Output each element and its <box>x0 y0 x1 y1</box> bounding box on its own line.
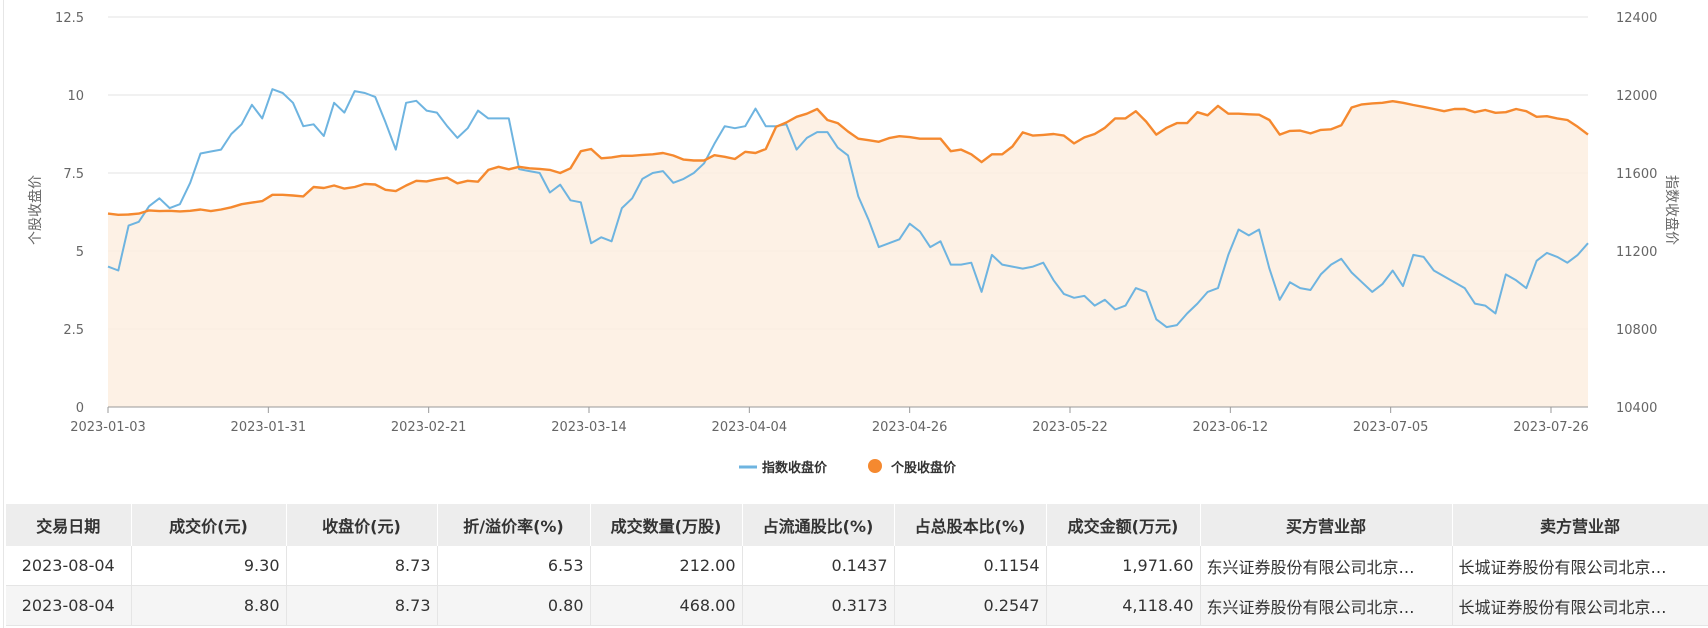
cell-amount: 4,118.40 <box>1046 585 1201 626</box>
stock-price-area <box>108 101 1588 407</box>
col-header-trade-date[interactable]: 交易日期 <box>6 504 132 546</box>
legend-item-index[interactable]: 指数收盘价 <box>739 460 828 476</box>
block-trade-table: 交易日期 成交价(元) 收盘价(元) 折/溢价率(%) 成交数量(万股) 占流通… <box>6 504 1708 626</box>
cell-volume: 212.00 <box>590 546 743 586</box>
cell-float-ratio: 0.1437 <box>742 546 895 586</box>
x-tick-label: 2023-06-12 <box>1193 420 1269 435</box>
y-left-tick-label: 12.5 <box>55 11 84 26</box>
cell-trade-date: 2023-08-04 <box>6 585 132 626</box>
y-right-tick-label: 11200 <box>1616 245 1657 260</box>
y-right-tick-label: 12400 <box>1616 11 1657 26</box>
table-row: 2023-08-04 8.80 8.73 0.80 468.00 0.3173 … <box>6 585 1708 626</box>
x-tick-label: 2023-02-21 <box>391 420 467 435</box>
cell-total-ratio: 0.2547 <box>894 585 1047 626</box>
y-left-tick-label: 7.5 <box>63 167 84 182</box>
y-right-tick-label: 11600 <box>1616 167 1657 182</box>
stock-area-fill <box>108 101 1588 407</box>
cell-deal-price: 9.30 <box>131 546 287 586</box>
x-tick-label: 2023-07-05 <box>1353 420 1429 435</box>
cell-premium-rate: 6.53 <box>437 546 591 586</box>
right-axis-title: 指数收盘价 <box>1663 175 1680 245</box>
y-right-tick-label: 10800 <box>1616 323 1657 338</box>
y-right-tick-label: 10400 <box>1616 401 1657 416</box>
cell-total-ratio: 0.1154 <box>894 546 1047 586</box>
col-header-volume[interactable]: 成交数量(万股) <box>590 504 743 546</box>
cell-buyer[interactable]: 东兴证券股份有限公司北京… <box>1200 585 1453 626</box>
x-tick-label: 2023-05-22 <box>1032 420 1108 435</box>
y-left-tick-label: 2.5 <box>63 323 84 338</box>
x-tick-label: 2023-04-04 <box>712 420 788 435</box>
col-header-close-price[interactable]: 收盘价(元) <box>286 504 438 546</box>
left-axis-title: 个股收盘价 <box>27 175 44 245</box>
cell-amount: 1,971.60 <box>1046 546 1201 586</box>
table-header-row: 交易日期 成交价(元) 收盘价(元) 折/溢价率(%) 成交数量(万股) 占流通… <box>6 504 1708 546</box>
col-header-buyer[interactable]: 买方营业部 <box>1200 504 1453 546</box>
col-header-deal-price[interactable]: 成交价(元) <box>131 504 287 546</box>
cell-trade-date: 2023-08-04 <box>6 546 132 586</box>
y-right-tick-label: 12000 <box>1616 89 1657 104</box>
cell-seller[interactable]: 长城证券股份有限公司北京… <box>1452 546 1708 586</box>
legend-index-label: 指数收盘价 <box>762 460 828 476</box>
cell-close-price: 8.73 <box>286 546 438 586</box>
x-tick-label: 2023-03-14 <box>551 420 627 435</box>
cell-close-price: 8.73 <box>286 585 438 626</box>
x-tick-label: 2023-04-26 <box>872 420 948 435</box>
legend: 指数收盘价 个股收盘价 <box>739 459 957 476</box>
cell-premium-rate: 0.80 <box>437 585 591 626</box>
y-left-tick-label: 10 <box>67 89 84 104</box>
x-tick-label: 2023-01-31 <box>231 420 307 435</box>
cell-float-ratio: 0.3173 <box>742 585 895 626</box>
x-tick-label: 2023-01-03 <box>70 420 146 435</box>
table-row: 2023-08-04 9.30 8.73 6.53 212.00 0.1437 … <box>6 546 1708 586</box>
cell-seller[interactable]: 长城证券股份有限公司北京… <box>1452 585 1708 626</box>
cell-volume: 468.00 <box>590 585 743 626</box>
legend-stock-label: 个股收盘价 <box>890 460 957 476</box>
col-header-premium-rate[interactable]: 折/溢价率(%) <box>437 504 591 546</box>
cell-buyer[interactable]: 东兴证券股份有限公司北京… <box>1200 546 1453 586</box>
x-tick-label: 2023-07-26 <box>1513 420 1589 435</box>
y-left-tick-label: 5 <box>76 245 84 260</box>
col-header-seller[interactable]: 卖方营业部 <box>1452 504 1708 546</box>
y-left-tick-label: 0 <box>76 401 84 416</box>
col-header-float-ratio[interactable]: 占流通股比(%) <box>742 504 895 546</box>
col-header-total-ratio[interactable]: 占总股本比(%) <box>894 504 1047 546</box>
cell-deal-price: 8.80 <box>131 585 287 626</box>
legend-stock-swatch <box>868 459 882 473</box>
col-header-amount[interactable]: 成交金额(万元) <box>1046 504 1201 546</box>
legend-item-stock[interactable]: 个股收盘价 <box>868 459 957 476</box>
dual-axis-line-chart: 0 10400 2.5 10800 5 11200 7.5 11600 10 12000 12.5 1… <box>27 11 1680 476</box>
